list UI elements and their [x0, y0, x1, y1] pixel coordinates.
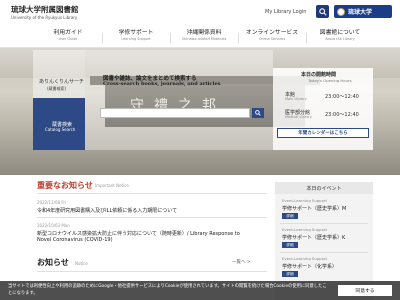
main-nav: 利用ガイド User Guide 学修サポート Learning Support… [0, 28, 400, 48]
news-item-2[interactable]: 新型コロナウイルス感染拡大防止に伴う対応について（随時更新）/ Library … [37, 230, 240, 237]
important-notice-title: 重要なお知らせ [37, 181, 93, 190]
site-header: 琉球大学附属図書館 University of the Ryukyus Libr… [0, 0, 400, 28]
event-details-button[interactable]: 詳細 [282, 271, 298, 277]
news-date: 2022/12/08 Fri [37, 200, 67, 205]
event-title[interactable]: 学修サポート（歴史学系）K [282, 234, 345, 241]
search-panel [85, 50, 273, 150]
notice-title: お知らせ [37, 258, 69, 267]
section-divider [37, 193, 267, 194]
event-category: Event-Learning Support [282, 256, 327, 261]
nav-label: 沖縄関係資料 [186, 30, 222, 36]
news-date: 2022/10/03 Mon [37, 223, 70, 228]
university-seal-icon [337, 7, 345, 16]
section-divider [37, 217, 267, 218]
nav-divider [306, 33, 307, 43]
nav-label-en: User Guide [58, 37, 78, 41]
nav-label: 利用ガイド [53, 30, 83, 36]
event-divider [280, 223, 368, 224]
cookie-banner-text: 当サイトでは利便性向上や利用の追跡のためにGoogle・他社提供サービスによりC… [8, 284, 327, 296]
cookie-banner: 当サイトでは利便性向上や利用の追跡のためにGoogle・他社提供サービスによりC… [0, 281, 400, 300]
catalog-search-input[interactable] [100, 108, 250, 118]
nav-divider [102, 33, 103, 43]
event-divider [280, 252, 368, 253]
university-name: 琉球大学 [348, 9, 373, 16]
hours-time-medical: 23:00～12:40 [325, 112, 359, 118]
search-icon [255, 110, 261, 116]
nav-label: オンラインサービス [245, 30, 299, 36]
events-title: 本日のイベント [306, 185, 342, 192]
hours-label-medical-en: Medical Library [285, 115, 312, 119]
search-panel-subtitle: Cross-search books, journals, and articl… [103, 81, 221, 87]
annual-calendar-button[interactable]: 年間カレンダーはこちら [277, 128, 369, 138]
nav-label: 図書館について [319, 30, 361, 36]
ari-search-subtitle: (蔵書検索) [47, 86, 67, 91]
notice-more-link[interactable]: 一覧へ > [232, 259, 251, 265]
opening-hours-subtitle: Today's Opening Hours [308, 78, 352, 83]
nav-user-guide[interactable]: 利用ガイド User Guide [36, 29, 100, 42]
my-library-login-link[interactable]: My Library Login [265, 9, 306, 15]
news-item-2-cont[interactable]: Novel Coronavirus (COVID-19) [37, 237, 113, 243]
notice-subtitle: Notice [75, 261, 88, 266]
section-divider [37, 271, 267, 272]
hours-label-main-en: Main Library [285, 97, 307, 101]
important-notice-subtitle: Important Notice [95, 183, 129, 188]
event-title[interactable]: 学修サポート（歴史学系）M [282, 205, 346, 212]
cookie-accept-button[interactable]: 同意する [338, 285, 392, 296]
nav-learning-support[interactable]: 学修サポート Learning Support [104, 29, 168, 42]
opening-hours-title: 本日の開館時間 [301, 72, 337, 78]
annual-calendar-label: 年間カレンダーはこちら [298, 131, 348, 136]
nav-divider [170, 33, 171, 43]
nav-label-en: Learning Support [121, 37, 151, 41]
event-title[interactable]: 学修サポート（化学系） [282, 263, 337, 270]
nav-about-library[interactable]: 図書館について About the Library [308, 29, 372, 42]
news-item-1[interactable]: 令和4年度研究用図書購入及びILL依頼に係る入力期限について [37, 207, 177, 214]
event-details-button[interactable]: 詳細 [282, 242, 298, 248]
nav-online-services[interactable]: オンラインサービス Online Services [240, 29, 304, 42]
library-logo-subtitle: University of the Ryukyus Library [11, 14, 78, 20]
ari-search-title: ありんくりんサーチ [39, 79, 85, 85]
nav-label-en: Okinawa-related Materials [181, 37, 227, 41]
library-logo-title[interactable]: 琉球大学附属図書館 [11, 5, 79, 14]
nav-okinawa-materials[interactable]: 沖縄関係資料 Okinawa-related Materials [172, 29, 236, 42]
events-panel-header: 本日のイベント [275, 182, 373, 194]
event-category: Event-Learning Support [282, 227, 327, 232]
event-category: Event-Learning Support [282, 198, 327, 203]
catalog-search-label-en: Catalog Search [45, 127, 76, 132]
nav-label-en: Online Services [258, 37, 286, 41]
catalog-search-submit[interactable] [252, 108, 264, 118]
search-icon [318, 7, 327, 16]
event-details-button[interactable]: 詳細 [282, 213, 298, 219]
nav-label-en: About the Library [325, 37, 355, 41]
nav-divider [238, 33, 239, 43]
nav-label: 学修サポート [118, 30, 154, 36]
search-button[interactable] [316, 5, 329, 18]
university-link[interactable]: 琉球大学 [334, 5, 392, 18]
hours-time-main: 23:00～12:40 [325, 94, 359, 100]
